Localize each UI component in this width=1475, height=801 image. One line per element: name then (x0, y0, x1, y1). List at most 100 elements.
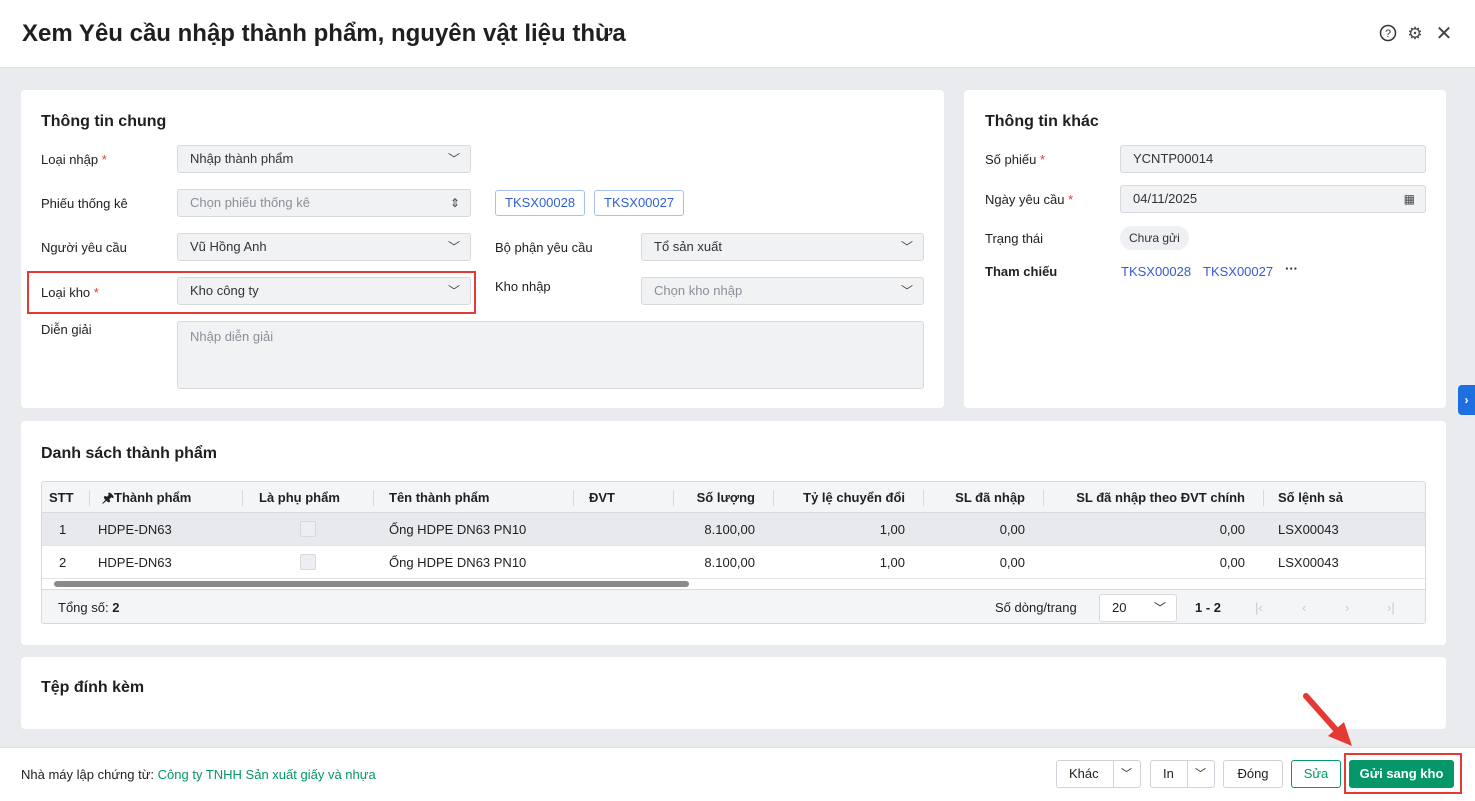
other-info-heading: Thông tin khác (985, 113, 1099, 130)
page-size-select[interactable]: 20 ﹀ (1099, 594, 1177, 622)
attachments-card (21, 657, 1446, 729)
col-sl-da-nhap[interactable]: SL đã nhập (955, 482, 1025, 513)
cell-name: Ống HDPE DN63 PN10 (389, 555, 527, 570)
loai-kho-label: Loại kho * (41, 285, 99, 300)
ngay-label: Ngày yêu cầu * (985, 192, 1074, 207)
trang-thai-label: Trạng thái (985, 231, 1044, 246)
phieu-thong-ke-label: Phiếu thống kê (41, 196, 128, 211)
chevron-down-icon: ﹀ (447, 284, 460, 298)
help-icon[interactable]: ? (1378, 24, 1398, 44)
cell-name: Ống HDPE DN63 PN10 (389, 522, 527, 537)
products-table: STT 🖈Thành phẩm Là phụ phẩm Tên thành ph… (41, 481, 1426, 624)
last-page-icon[interactable]: ›| (1387, 590, 1395, 623)
loai-nhap-select[interactable]: Nhập thành phẩm ﹀ (177, 145, 471, 173)
dien-giai-textarea[interactable]: Nhập diễn giải (177, 321, 924, 389)
calendar-icon: ▦ (1403, 192, 1415, 206)
cell-imported-main: 0,00 (1219, 555, 1245, 570)
nguoi-yeu-cau-select[interactable]: Vũ Hồng Anh ﹀ (177, 233, 471, 261)
expand-panel-icon[interactable]: › (1458, 385, 1475, 415)
col-thanh-pham[interactable]: 🖈Thành phẩm (102, 482, 191, 513)
prev-page-icon[interactable]: ‹ (1302, 590, 1306, 623)
dien-giai-label: Diễn giải (41, 322, 92, 337)
chevron-down-icon[interactable]: ﹀ (1121, 761, 1132, 787)
arrow-annotation-icon (1303, 693, 1352, 746)
loai-nhap-label: Loại nhập * (41, 152, 107, 167)
table-row[interactable]: 2 HDPE-DN63 Ống HDPE DN63 PN10 8.100,00 … (42, 546, 1425, 579)
other-button[interactable]: Khác ﹀ (1056, 760, 1141, 788)
send-to-warehouse-button[interactable]: Gửi sang kho (1349, 760, 1454, 788)
svg-text:?: ? (1385, 28, 1391, 40)
ref-link[interactable]: TKSX00028 (1121, 264, 1191, 279)
tag-phieu[interactable]: TKSX00027 (594, 190, 685, 216)
company-link[interactable]: Công ty TNHH Sản xuất giấy và nhựa (158, 767, 376, 782)
cell-ratio: 1,00 (879, 555, 905, 570)
chevron-down-icon: ﹀ (900, 240, 913, 254)
col-phu-pham[interactable]: Là phụ phẩm (259, 482, 340, 513)
nguoi-yeu-cau-label: Người yêu cầu (41, 240, 127, 255)
close-button[interactable]: Đóng (1223, 760, 1283, 788)
status-badge: Chưa gửi (1120, 226, 1189, 250)
table-footer: Tổng số: 2 Số dòng/trang 20 ﹀ 1 - 2 |‹ ‹ … (42, 590, 1425, 623)
cell-code: HDPE-DN63 (98, 555, 172, 570)
close-icon[interactable]: ✕ (1434, 24, 1454, 44)
company-info: Nhà máy lập chứng từ: Công ty TNHH Sản x… (21, 767, 376, 782)
bo-phan-label: Bộ phận yêu cầu (495, 240, 593, 255)
chevron-down-icon[interactable]: ﹀ (1195, 761, 1206, 787)
cell-imported: 0,00 (999, 522, 1025, 537)
cell-ratio: 1,00 (879, 522, 905, 537)
chevron-down-icon: ﹀ (900, 284, 913, 298)
print-button[interactable]: In ﹀ (1150, 760, 1215, 788)
so-phieu-field[interactable]: YCNTP00014 (1120, 145, 1426, 173)
cell-code: HDPE-DN63 (98, 522, 172, 537)
sort-icon: ⇕ (449, 196, 460, 210)
dialog-title: Xem Yêu cầu nhập thành phẩm, nguyên vật … (22, 20, 626, 47)
byproduct-checkbox[interactable] (300, 521, 316, 537)
edit-button[interactable]: Sửa (1291, 760, 1341, 788)
page-size-label: Số dòng/trang (995, 600, 1077, 615)
total-count: Tổng số: 2 (58, 600, 120, 615)
general-info-heading: Thông tin chung (41, 113, 167, 130)
table-row[interactable]: 1 HDPE-DN63 Ống HDPE DN63 PN10 8.100,00 … (42, 513, 1425, 546)
products-heading: Danh sách thành phẩm (41, 445, 218, 462)
attachments-heading: Tệp đính kèm (41, 679, 145, 696)
col-so-luong[interactable]: Số lượng (697, 482, 755, 513)
cell-imported: 0,00 (999, 555, 1025, 570)
chevron-down-icon: ﹀ (447, 240, 460, 254)
kho-nhap-label: Kho nhập (495, 279, 551, 294)
so-phieu-label: Số phiếu * (985, 152, 1046, 167)
col-stt: STT (49, 490, 74, 505)
kho-nhap-select[interactable]: Chọn kho nhập ﹀ (641, 277, 924, 305)
pin-icon: 🖈 (102, 490, 115, 505)
ngay-field[interactable]: 04/11/2025 ▦ (1120, 185, 1426, 213)
col-ty-le[interactable]: Tỷ lệ chuyển đổi (803, 482, 905, 513)
col-dvt[interactable]: ĐVT (589, 482, 615, 513)
ref-link[interactable]: TKSX00027 (1203, 264, 1273, 279)
phieu-thong-ke-select[interactable]: Chọn phiếu thống kê ⇕ (177, 189, 471, 217)
gear-icon[interactable]: ⚙ (1405, 24, 1425, 44)
cell-imported-main: 0,00 (1219, 522, 1245, 537)
other-info-card (964, 90, 1446, 408)
page-range: 1 - 2 (1195, 600, 1222, 615)
cell-qty: 8.100,00 (704, 522, 755, 537)
tag-phieu[interactable]: TKSX00028 (495, 190, 586, 216)
loai-kho-select[interactable]: Kho công ty ﹀ (177, 277, 471, 305)
horizontal-scrollbar[interactable] (42, 579, 1425, 590)
more-icon[interactable]: ··· (1285, 261, 1298, 276)
tham-chieu-label: Tham chiếu (985, 264, 1058, 279)
col-sl-dvt-chinh[interactable]: SL đã nhập theo ĐVT chính (1076, 482, 1245, 513)
next-page-icon[interactable]: › (1345, 590, 1349, 623)
cell-order: LSX00043 (1278, 522, 1339, 537)
scrollbar-thumb[interactable] (54, 581, 689, 587)
cell-stt: 1 (59, 522, 67, 537)
table-header: STT 🖈Thành phẩm Là phụ phẩm Tên thành ph… (42, 482, 1425, 513)
col-so-lenh[interactable]: Số lệnh sả (1278, 482, 1343, 513)
cell-order: LSX00043 (1278, 555, 1339, 570)
first-page-icon[interactable]: |‹ (1255, 590, 1263, 623)
bo-phan-select[interactable]: Tổ sản xuất ﹀ (641, 233, 924, 261)
byproduct-checkbox[interactable] (300, 554, 316, 570)
chevron-down-icon: ﹀ (447, 152, 460, 166)
col-ten[interactable]: Tên thành phẩm (389, 482, 489, 513)
cell-qty: 8.100,00 (704, 555, 755, 570)
chevron-down-icon: ﹀ (1153, 601, 1166, 615)
cell-stt: 2 (59, 555, 67, 570)
